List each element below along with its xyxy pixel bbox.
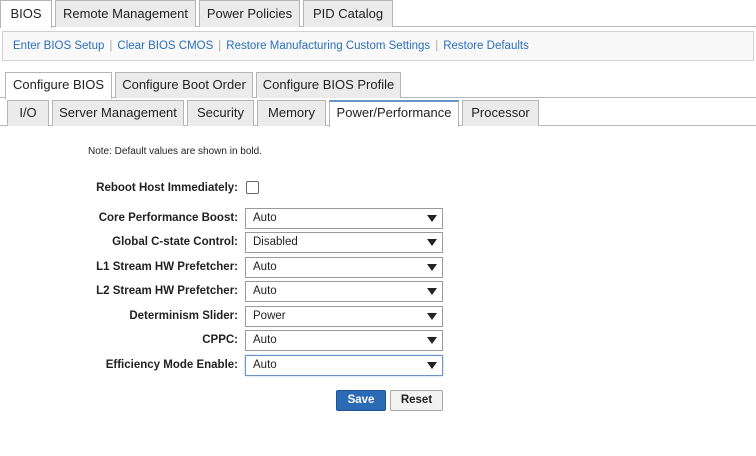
dropdown-arrow-icon [427,313,437,320]
determinism-slider-label: Determinism Slider: [129,310,238,322]
efficiency-mode-enable-label: Efficiency Mode Enable: [105,359,238,371]
select-value: Auto [253,359,277,371]
setting-row-cppc: CPPC: Auto [0,330,756,352]
reboot-host-checkbox[interactable] [246,181,259,194]
tab-security[interactable]: Security [187,100,254,126]
enter-bios-setup-link[interactable]: Enter BIOS Setup [13,40,104,52]
efficiency-mode-enable-select[interactable]: Auto [245,355,443,376]
setting-row-global-cstate-control: Global C-state Control: Disabled [0,232,756,254]
select-value: Disabled [253,236,298,248]
setting-row-efficiency-mode-enable: Efficiency Mode Enable: Auto [0,355,756,377]
cppc-select[interactable]: Auto [245,330,443,351]
reset-button[interactable]: Reset [390,390,443,411]
select-value: Power [253,310,286,322]
reboot-host-label: Reboot Host Immediately: [96,182,238,194]
dropdown-arrow-icon [427,362,437,369]
link-separator: | [109,40,113,52]
dropdown-arrow-icon [427,239,437,246]
global-cstate-control-label: Global C-state Control: [112,236,238,248]
restore-defaults-link[interactable]: Restore Defaults [443,40,529,52]
tab-configure-bios[interactable]: Configure BIOS [5,72,112,99]
select-value: Auto [253,212,277,224]
dropdown-arrow-icon [427,337,437,344]
link-separator: | [435,40,439,52]
cppc-label: CPPC: [202,334,238,346]
link-separator: | [218,40,222,52]
l1-stream-hw-prefetcher-label: L1 Stream HW Prefetcher: [96,261,238,273]
top-tab-bar: BIOS Remote Management Power Policies PI… [0,0,756,28]
setting-row-l2-stream-hw-prefetcher: L2 Stream HW Prefetcher: Auto [0,281,756,303]
tab-configure-bios-profile[interactable]: Configure BIOS Profile [256,72,401,98]
select-value: Auto [253,334,277,346]
setting-row-l1-stream-hw-prefetcher: L1 Stream HW Prefetcher: Auto [0,257,756,279]
setting-row-determinism-slider: Determinism Slider: Power [0,306,756,328]
dropdown-arrow-icon [427,264,437,271]
tab-memory[interactable]: Memory [257,100,326,126]
tab-remote-management[interactable]: Remote Management [55,0,196,27]
l2-stream-hw-prefetcher-select[interactable]: Auto [245,281,443,302]
restore-manufacturing-custom-settings-link[interactable]: Restore Manufacturing Custom Settings [226,40,430,52]
reboot-host-row: Reboot Host Immediately: [0,179,756,201]
dropdown-arrow-icon [427,215,437,222]
configure-tab-bar: Configure BIOS Configure Boot Order Conf… [0,72,756,99]
action-links-bar: Enter BIOS Setup | Clear BIOS CMOS | Restore… [2,31,754,61]
clear-bios-cmos-link[interactable]: Clear BIOS CMOS [117,40,213,52]
tab-power-performance[interactable]: Power/Performance [329,100,459,127]
core-performance-boost-label: Core Performance Boost: [98,212,238,224]
tab-bios[interactable]: BIOS [0,0,52,28]
save-button[interactable]: Save [336,390,386,411]
tab-configure-boot-order[interactable]: Configure Boot Order [115,72,253,98]
l2-stream-hw-prefetcher-label: L2 Stream HW Prefetcher: [96,285,238,297]
tab-power-policies[interactable]: Power Policies [199,0,300,27]
tab-server-management[interactable]: Server Management [52,100,184,126]
l1-stream-hw-prefetcher-select[interactable]: Auto [245,257,443,278]
dropdown-arrow-icon [427,288,437,295]
core-performance-boost-select[interactable]: Auto [245,208,443,229]
tab-io[interactable]: I/O [7,100,49,126]
bios-section-tab-bar: I/O Server Management Security Memory Po… [0,100,756,127]
global-cstate-control-select[interactable]: Disabled [245,232,443,253]
setting-row-core-performance-boost: Core Performance Boost: Auto [0,208,756,230]
tab-processor[interactable]: Processor [462,100,539,126]
defaults-note: Note: Default values are shown in bold. [88,146,262,157]
determinism-slider-select[interactable]: Power [245,306,443,327]
select-value: Auto [253,285,277,297]
tab-pid-catalog[interactable]: PID Catalog [303,0,393,27]
select-value: Auto [253,261,277,273]
